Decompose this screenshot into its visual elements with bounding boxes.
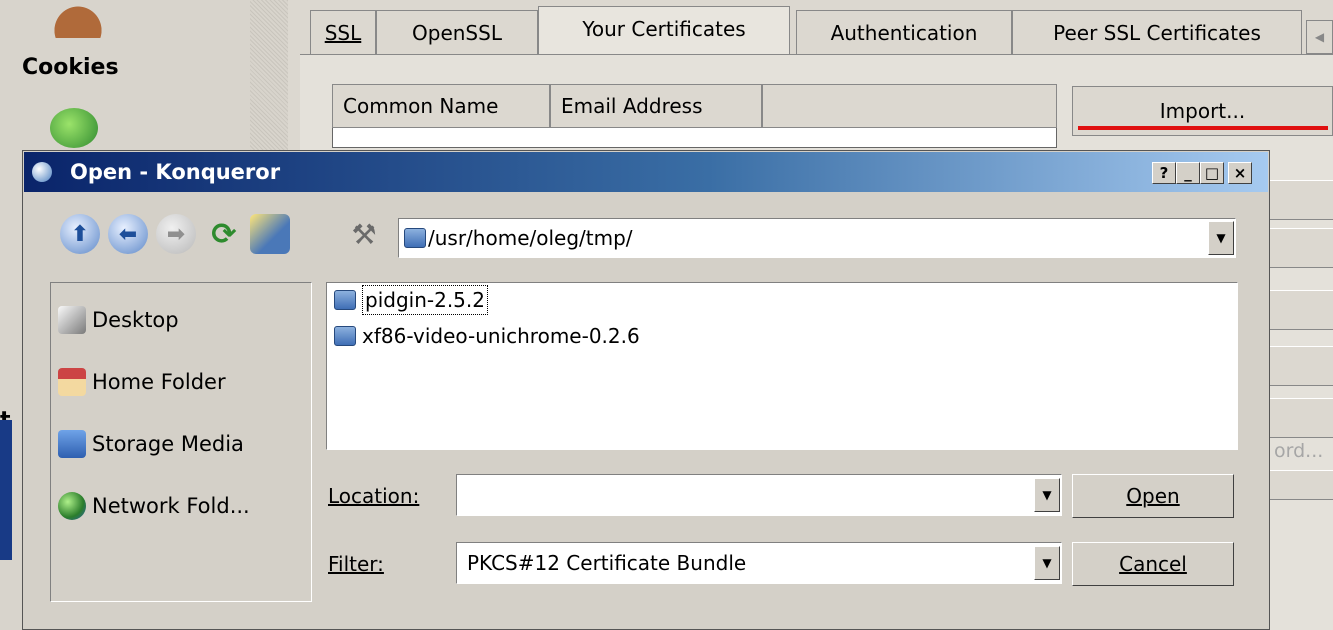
- column-empty: [762, 84, 1057, 128]
- bg-button-2[interactable]: [1270, 228, 1333, 268]
- place-home-folder[interactable]: Home Folder: [58, 362, 226, 402]
- bg-button-3[interactable]: [1270, 290, 1333, 330]
- desktop-icon: [58, 306, 86, 334]
- column-email-address[interactable]: Email Address: [550, 84, 762, 128]
- help-button[interactable]: ?: [1152, 162, 1176, 184]
- location-dropdown-icon[interactable]: ▼: [1034, 478, 1060, 512]
- folder-icon: [334, 326, 356, 346]
- maximize-button[interactable]: □: [1200, 162, 1224, 184]
- network-globe-icon: [58, 492, 86, 520]
- cancel-button[interactable]: Cancel: [1072, 542, 1234, 586]
- bg-button-4[interactable]: [1270, 346, 1333, 386]
- path-dropdown-icon[interactable]: ▼: [1208, 221, 1234, 255]
- location-input[interactable]: [456, 474, 1062, 516]
- bg-button-6[interactable]: [1270, 470, 1333, 500]
- folder-icon: [334, 290, 356, 310]
- tab-scroll-left-icon[interactable]: ◀: [1306, 20, 1333, 54]
- place-desktop[interactable]: Desktop: [58, 300, 179, 340]
- tab-openssl[interactable]: OpenSSL: [376, 10, 538, 54]
- cookies-label[interactable]: Cookies: [22, 55, 119, 80]
- reload-icon[interactable]: ⟳: [204, 214, 244, 254]
- folder-drive-icon: [404, 228, 426, 248]
- new-folder-icon[interactable]: [250, 214, 290, 254]
- tab-your-certificates[interactable]: Your Certificates: [538, 6, 790, 54]
- filter-dropdown-icon[interactable]: ▼: [1034, 546, 1060, 580]
- back-icon[interactable]: ⬅: [108, 214, 148, 254]
- place-storage-media[interactable]: Storage Media: [58, 424, 244, 464]
- tab-peer-ssl-certificates[interactable]: Peer SSL Certificates: [1012, 10, 1302, 54]
- cookies-icon[interactable]: [48, 0, 108, 38]
- tab-authentication[interactable]: Authentication: [796, 10, 1012, 54]
- column-common-name[interactable]: Common Name: [332, 84, 550, 128]
- change-password-button[interactable]: ord...: [1274, 440, 1323, 462]
- home-icon: [58, 368, 86, 396]
- filter-label: Filter:: [328, 552, 384, 576]
- file-item-xf86[interactable]: xf86-video-unichrome-0.2.6: [334, 322, 640, 350]
- import-highlight: [1078, 126, 1328, 130]
- tab-ssl[interactable]: SSL: [310, 10, 376, 54]
- open-button[interactable]: Open: [1072, 474, 1234, 518]
- dialog-title: Open - Konqueror: [70, 160, 281, 184]
- selected-sidebar-edge: [0, 420, 12, 560]
- bg-button-1[interactable]: [1270, 180, 1333, 220]
- bg-button-5[interactable]: [1270, 398, 1333, 438]
- path-value[interactable]: /usr/home/oleg/tmp/: [428, 218, 633, 258]
- up-folder-icon[interactable]: ⬆: [60, 214, 100, 254]
- forward-icon[interactable]: ➡: [156, 214, 196, 254]
- file-item-pidgin[interactable]: pidgin-2.5.2: [334, 285, 488, 315]
- filter-combobox[interactable]: PKCS#12 Certificate Bundle: [456, 542, 1062, 584]
- lightning-icon[interactable]: [50, 108, 98, 148]
- close-button[interactable]: ×: [1228, 162, 1252, 184]
- storage-media-icon: [58, 430, 86, 458]
- minimize-button[interactable]: _: [1176, 162, 1200, 184]
- place-network-folders[interactable]: Network Fold...: [58, 486, 250, 526]
- location-label: Location:: [328, 484, 420, 508]
- tools-icon[interactable]: ⚒: [344, 214, 384, 254]
- konqueror-icon: [32, 162, 52, 182]
